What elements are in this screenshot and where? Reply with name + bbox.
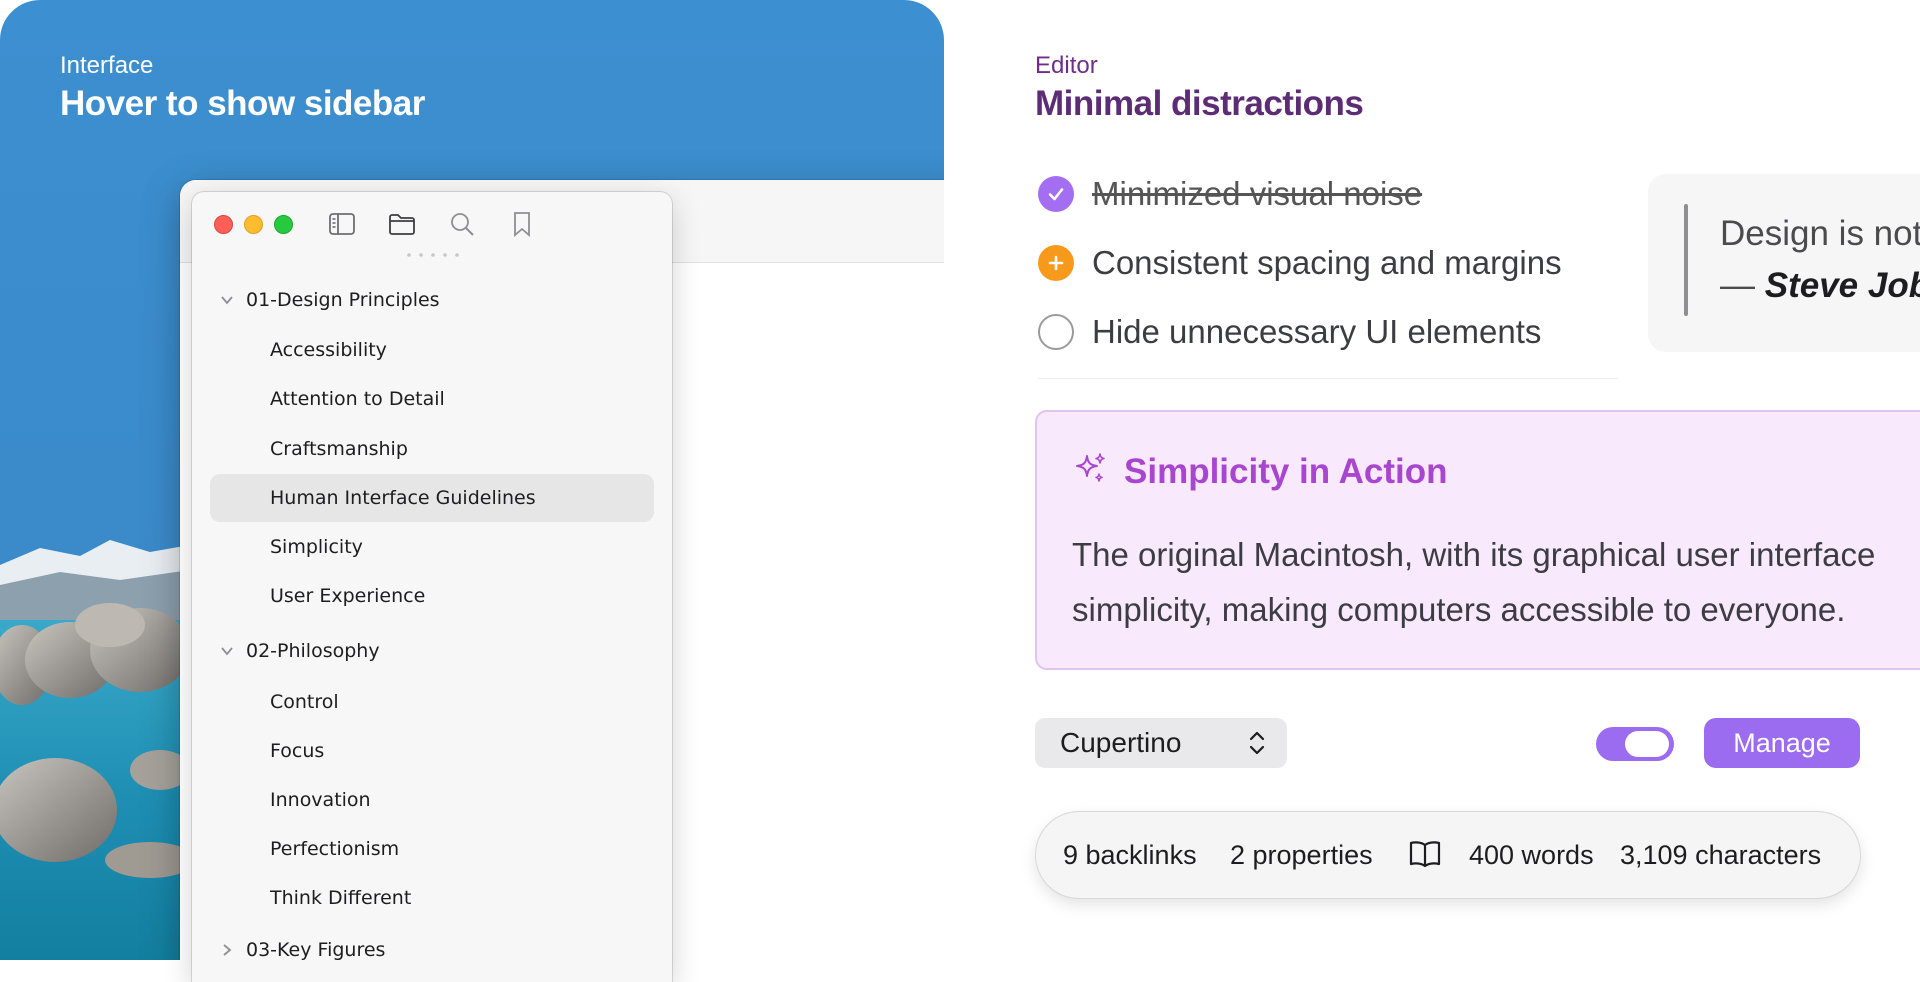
tree-item-label: Accessibility bbox=[270, 339, 387, 361]
quote-dash: — bbox=[1720, 266, 1765, 305]
hover-sidebar: 01-Design Principles Accessibility Atten… bbox=[192, 192, 672, 982]
chevron-down-icon bbox=[221, 296, 233, 305]
task-item[interactable]: Minimized visual noise bbox=[1038, 172, 1422, 216]
tree-item-label: Perfectionism bbox=[270, 838, 400, 860]
tree-item-label: 02-Philosophy bbox=[246, 640, 380, 662]
sparkles-icon bbox=[1076, 453, 1105, 482]
task-item[interactable]: Hide unnecessary UI elements bbox=[1038, 310, 1541, 354]
select-value: Cupertino bbox=[1060, 727, 1182, 758]
bookmark-icon[interactable] bbox=[507, 209, 537, 239]
backlinks-count[interactable]: 9 backlinks bbox=[1063, 840, 1197, 871]
folder-icon[interactable] bbox=[387, 209, 417, 239]
divider bbox=[1038, 378, 1618, 379]
manage-button[interactable]: Manage bbox=[1704, 718, 1860, 768]
task-label: Consistent spacing and margins bbox=[1092, 244, 1562, 281]
callout-box: Simplicity in Action The original Macint… bbox=[1035, 410, 1920, 670]
properties-count[interactable]: 2 properties bbox=[1230, 840, 1373, 871]
unchecked-checkbox[interactable] bbox=[1038, 314, 1074, 350]
quote-author: Steve Job bbox=[1764, 266, 1920, 305]
search-icon[interactable] bbox=[447, 209, 477, 239]
tree-file[interactable]: Control bbox=[210, 678, 654, 726]
tree-folder[interactable]: 02-Philosophy bbox=[210, 627, 654, 675]
sidebar-toggle-icon[interactable] bbox=[327, 209, 357, 239]
tree-file-selected[interactable]: Human Interface Guidelines bbox=[210, 474, 654, 522]
tree-folder[interactable]: 03-Key Figures bbox=[210, 926, 654, 974]
toggle-knob bbox=[1625, 731, 1669, 757]
tree-item-label: Simplicity bbox=[270, 536, 363, 558]
tree-file[interactable]: Simplicity bbox=[210, 523, 654, 571]
tree-file[interactable]: Think Different bbox=[210, 874, 654, 922]
tree-item-label: Human Interface Guidelines bbox=[270, 487, 536, 509]
checked-checkbox[interactable] bbox=[1038, 176, 1074, 212]
tree-file[interactable]: Innovation bbox=[210, 776, 654, 824]
tree-file[interactable]: User Experience bbox=[210, 572, 654, 620]
location-select[interactable]: Cupertino bbox=[1035, 718, 1287, 768]
tree-item-label: Control bbox=[270, 691, 339, 713]
blockquote: Design is not — Steve Job bbox=[1648, 174, 1920, 352]
chevron-up-down-icon bbox=[1249, 731, 1265, 755]
panel-eyebrow: Interface bbox=[60, 52, 154, 79]
panel-title: Hover to show sidebar bbox=[60, 84, 425, 123]
tree-file[interactable]: Attention to Detail bbox=[210, 375, 654, 423]
chevron-right-icon bbox=[223, 944, 232, 956]
editor-eyebrow: Editor bbox=[1035, 52, 1098, 79]
tree-file[interactable]: Accessibility bbox=[210, 326, 654, 374]
toggle-switch[interactable] bbox=[1596, 727, 1674, 761]
character-count[interactable]: 3,109 characters bbox=[1620, 840, 1821, 871]
callout-body: The original Macintosh, with its graphic… bbox=[1072, 527, 1920, 637]
partial-checkbox[interactable] bbox=[1038, 245, 1074, 281]
tree-file[interactable]: Craftsmanship bbox=[210, 425, 654, 473]
tree-item-label: Attention to Detail bbox=[270, 388, 445, 410]
close-window-button[interactable] bbox=[214, 215, 233, 234]
quote-text: Design is not bbox=[1720, 214, 1920, 253]
tree-item-label: User Experience bbox=[270, 585, 426, 607]
tree-item-label: Think Different bbox=[270, 887, 412, 909]
tree-item-label: Focus bbox=[270, 740, 325, 762]
tree-item-label: Craftsmanship bbox=[270, 438, 408, 460]
minimize-window-button[interactable] bbox=[244, 215, 263, 234]
tree-folder[interactable]: 01-Design Principles bbox=[210, 276, 654, 324]
book-icon[interactable] bbox=[1408, 839, 1442, 869]
quote-attribution: — Steve Job bbox=[1720, 266, 1920, 306]
callout-title: Simplicity in Action bbox=[1124, 452, 1448, 491]
task-label: Minimized visual noise bbox=[1092, 175, 1423, 212]
tree-file[interactable]: Perfectionism bbox=[210, 825, 654, 873]
zoom-window-button[interactable] bbox=[274, 215, 293, 234]
chevron-down-icon bbox=[221, 647, 233, 656]
editor-title: Minimal distractions bbox=[1035, 84, 1364, 123]
task-item[interactable]: Consistent spacing and margins bbox=[1038, 241, 1562, 285]
callout-line: The original Macintosh, with its graphic… bbox=[1072, 536, 1876, 573]
tree-file[interactable]: Focus bbox=[210, 727, 654, 775]
tree-item-label: 01-Design Principles bbox=[246, 289, 440, 311]
status-bar: 9 backlinks 2 properties 400 words 3,109… bbox=[1036, 812, 1860, 898]
tree-item-label: Innovation bbox=[270, 789, 371, 811]
word-count[interactable]: 400 words bbox=[1469, 840, 1594, 871]
quote-bar bbox=[1684, 204, 1688, 316]
tree-item-label: 03-Key Figures bbox=[246, 939, 386, 961]
checkmark-icon bbox=[1048, 188, 1064, 201]
callout-line: simplicity, making computers accessible … bbox=[1072, 591, 1846, 628]
drag-handle[interactable] bbox=[404, 252, 464, 258]
task-label: Hide unnecessary UI elements bbox=[1092, 313, 1542, 350]
plus-icon bbox=[1048, 255, 1064, 271]
